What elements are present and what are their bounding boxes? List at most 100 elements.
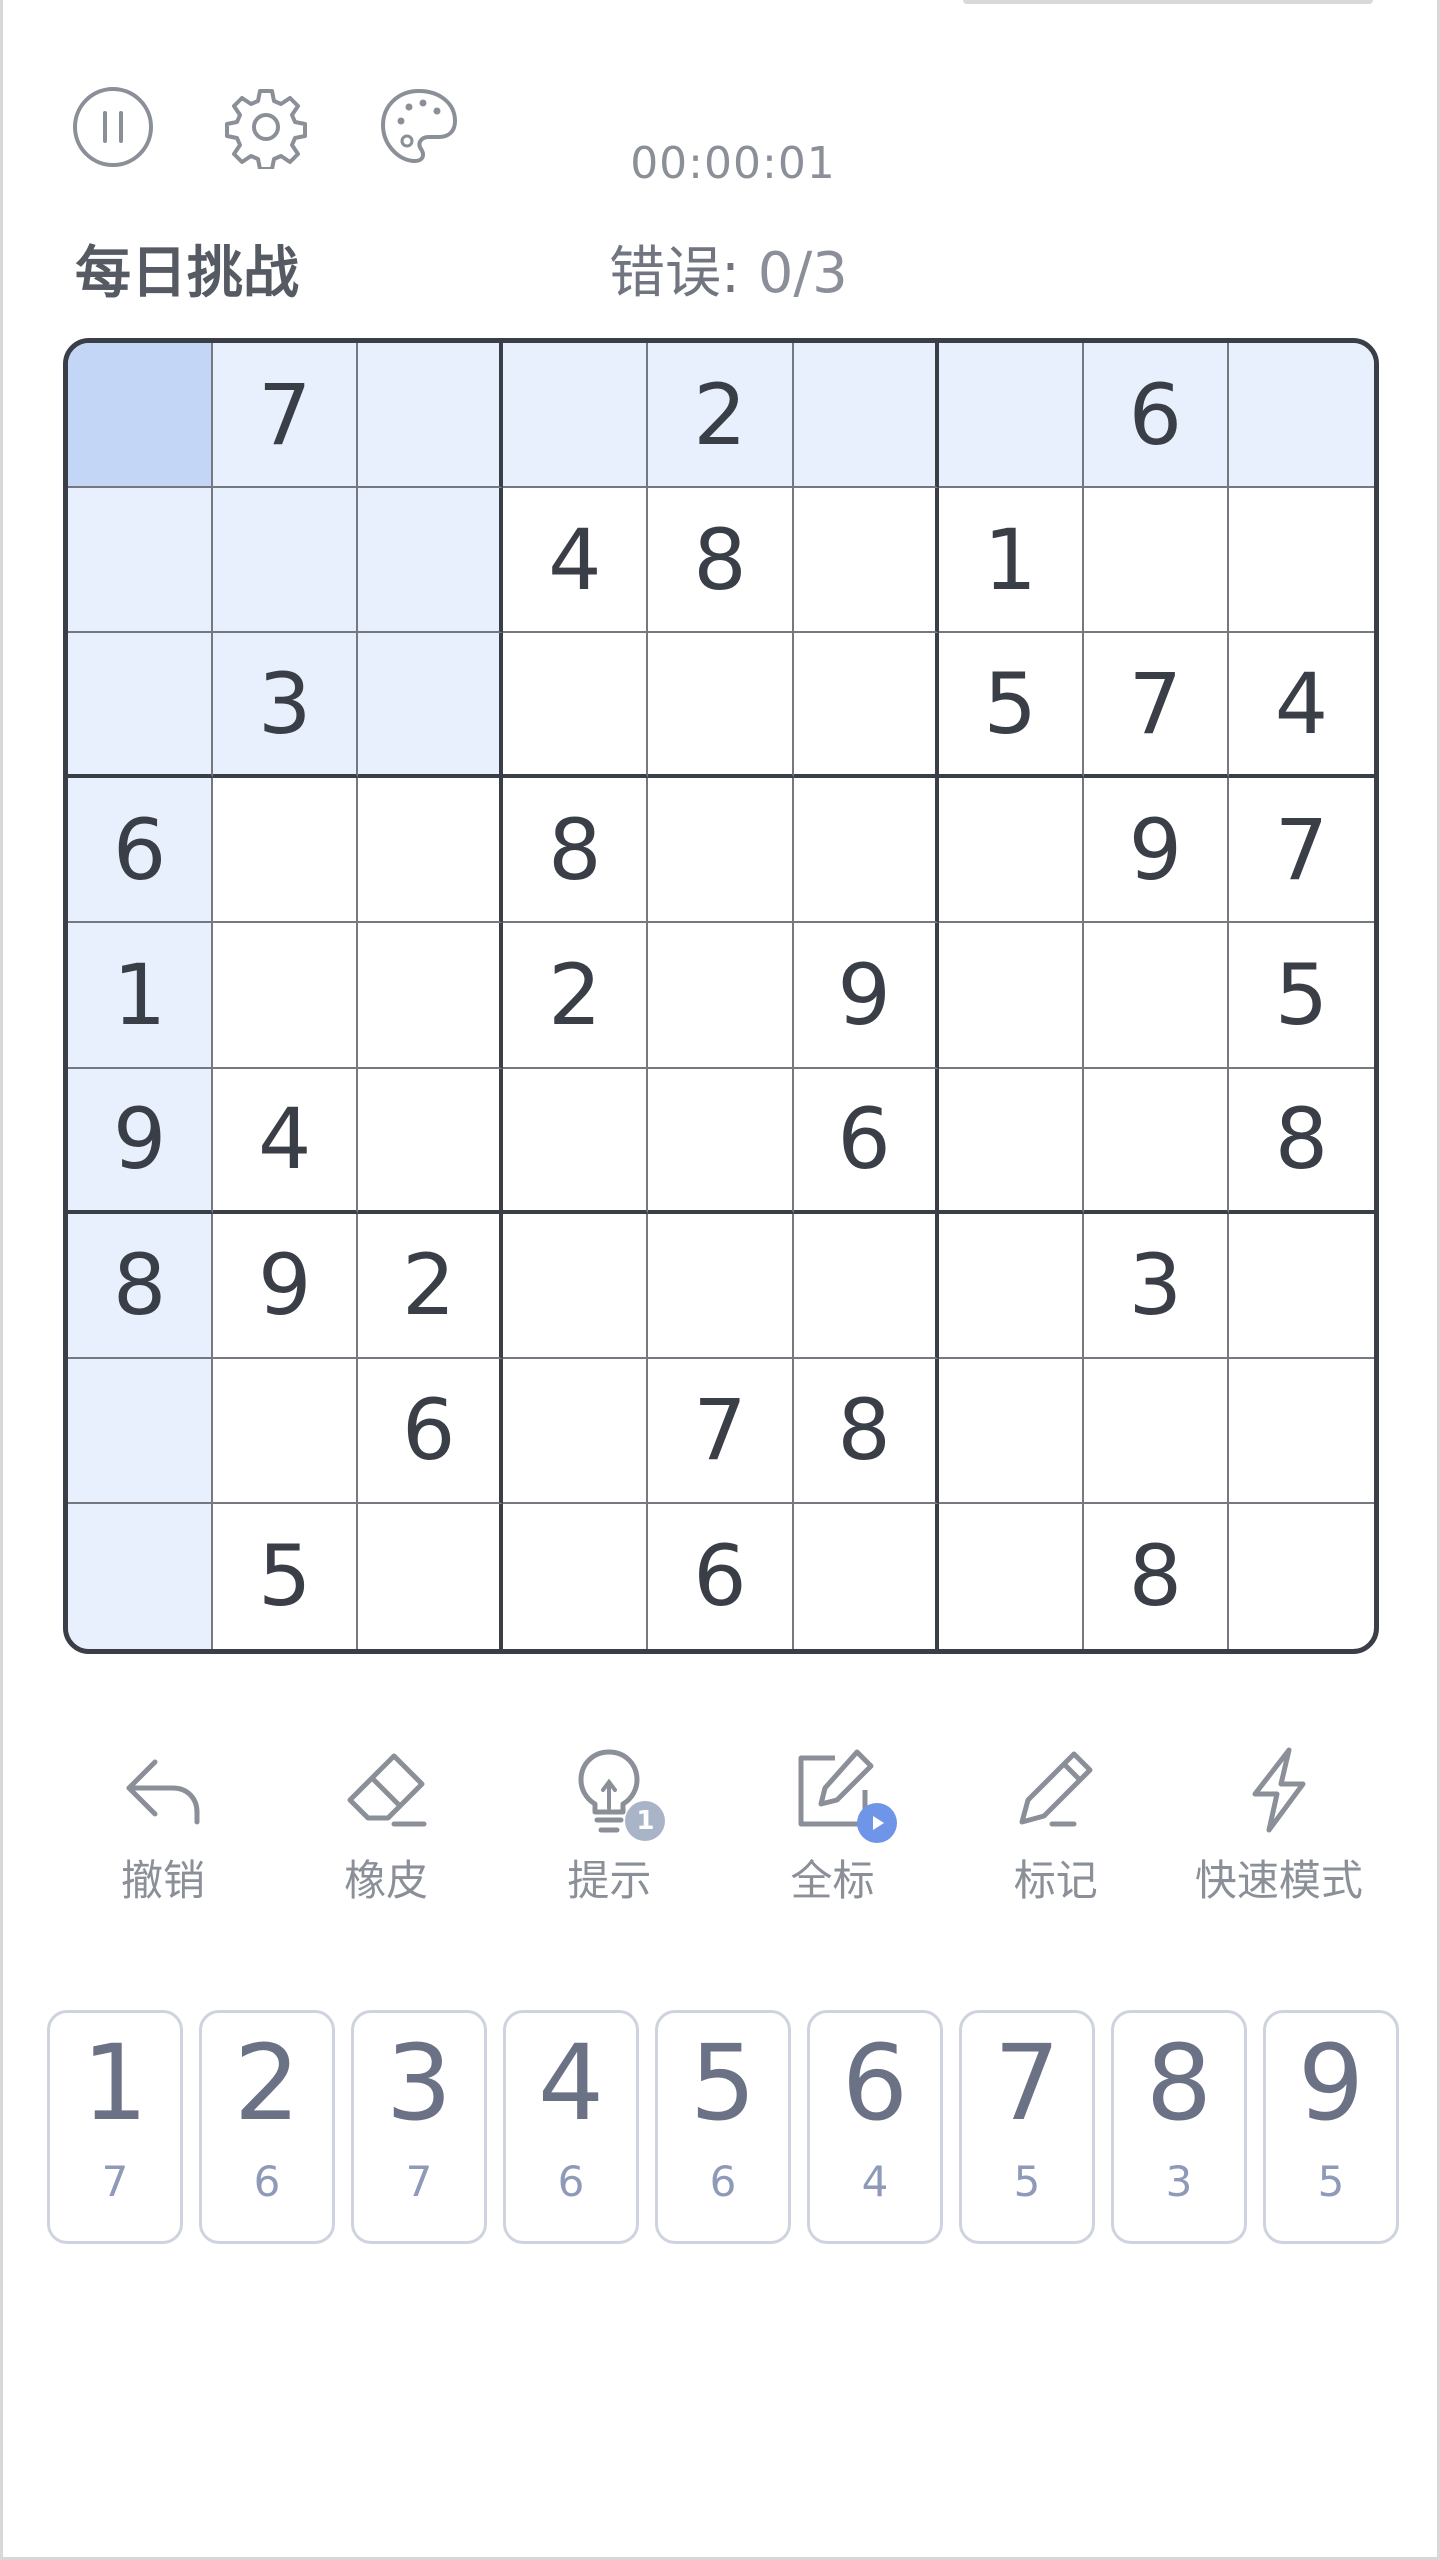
number-key-8[interactable]: 8 3 <box>1111 2010 1247 2244</box>
number-key-6[interactable]: 6 4 <box>807 2010 943 2244</box>
sudoku-cell[interactable] <box>938 1213 1084 1359</box>
number-key-9[interactable]: 9 5 <box>1263 2010 1399 2244</box>
settings-button[interactable] <box>224 85 308 169</box>
sudoku-cell[interactable]: 6 <box>68 778 214 924</box>
sudoku-cell[interactable] <box>648 1068 794 1214</box>
sudoku-cell[interactable] <box>503 1503 649 1649</box>
sudoku-cell[interactable] <box>358 778 504 924</box>
theme-button[interactable] <box>377 85 461 169</box>
sudoku-cell[interactable] <box>1083 1068 1229 1214</box>
number-key-1[interactable]: 1 7 <box>47 2010 183 2244</box>
sudoku-cell[interactable] <box>358 1503 504 1649</box>
sudoku-cell[interactable] <box>358 343 504 489</box>
sudoku-cell[interactable]: 8 <box>503 778 649 924</box>
sudoku-cell[interactable] <box>938 778 1084 924</box>
quick-mode-button[interactable]: 快速模式 <box>1179 1735 1379 1908</box>
sudoku-cell[interactable]: 5 <box>938 633 1084 779</box>
number-key-7[interactable]: 7 5 <box>959 2010 1095 2244</box>
eraser-button[interactable]: 橡皮 <box>286 1735 486 1908</box>
sudoku-cell[interactable] <box>648 1213 794 1359</box>
action-toolbar: 撤销 橡皮 1 提示 全标 标记 快速模式 <box>63 1735 1379 1908</box>
sudoku-cell[interactable] <box>1229 1504 1374 1649</box>
sudoku-cell[interactable]: 8 <box>1084 1503 1229 1649</box>
sudoku-cell[interactable] <box>213 1358 359 1504</box>
undo-button[interactable]: 撤销 <box>63 1735 263 1908</box>
sudoku-cell[interactable] <box>1228 343 1374 489</box>
sudoku-cell[interactable] <box>503 1358 649 1504</box>
sudoku-cell[interactable] <box>1083 923 1229 1069</box>
sudoku-cell[interactable] <box>358 923 504 1069</box>
sudoku-cell[interactable] <box>938 923 1084 1069</box>
sudoku-cell[interactable]: 4 <box>503 488 649 634</box>
sudoku-cell[interactable] <box>1228 1359 1374 1504</box>
sudoku-cell[interactable] <box>793 1213 939 1359</box>
sudoku-cell[interactable] <box>503 343 649 489</box>
sudoku-cell[interactable]: 5 <box>1228 923 1374 1069</box>
sudoku-cell[interactable]: 9 <box>793 923 939 1069</box>
sudoku-cell[interactable] <box>938 1358 1084 1504</box>
sudoku-cell[interactable]: 7 <box>213 343 359 489</box>
sudoku-cell[interactable]: 7 <box>1228 778 1374 924</box>
sudoku-cell[interactable]: 6 <box>793 1068 939 1214</box>
sudoku-cell[interactable]: 9 <box>68 1068 214 1214</box>
sudoku-cell[interactable]: 8 <box>1228 1069 1374 1214</box>
number-key-5[interactable]: 5 6 <box>655 2010 791 2244</box>
sudoku-cell[interactable]: 5 <box>213 1503 359 1649</box>
sudoku-cell[interactable] <box>793 633 939 779</box>
sudoku-cell[interactable]: 8 <box>648 488 794 634</box>
sudoku-cell[interactable] <box>938 343 1084 489</box>
sudoku-cell[interactable] <box>68 1503 214 1649</box>
sudoku-cell[interactable] <box>648 778 794 924</box>
sudoku-cell[interactable]: 7 <box>648 1358 794 1504</box>
sudoku-cell[interactable] <box>503 633 649 779</box>
sudoku-cell[interactable] <box>358 633 504 779</box>
sudoku-cell[interactable] <box>213 488 359 634</box>
sudoku-cell[interactable]: 3 <box>1083 1213 1229 1359</box>
sudoku-cell[interactable] <box>213 778 359 924</box>
sudoku-cell[interactable]: 6 <box>358 1358 504 1504</box>
sudoku-cell[interactable] <box>938 1068 1084 1214</box>
sudoku-cell[interactable] <box>648 923 794 1069</box>
sudoku-cell[interactable] <box>793 343 939 489</box>
sudoku-cell[interactable] <box>358 1068 504 1214</box>
sudoku-cell[interactable]: 7 <box>1083 633 1229 779</box>
sudoku-cell[interactable] <box>1083 488 1229 634</box>
sudoku-cell[interactable]: 8 <box>68 1213 214 1359</box>
sudoku-cell[interactable]: 2 <box>648 343 794 489</box>
sudoku-cell[interactable]: 3 <box>213 633 359 779</box>
sudoku-cell[interactable] <box>793 778 939 924</box>
sudoku-cell[interactable]: 6 <box>648 1503 794 1649</box>
sudoku-cell[interactable] <box>1228 1214 1374 1359</box>
sudoku-cell[interactable] <box>648 633 794 779</box>
sudoku-cell[interactable] <box>1228 488 1374 634</box>
sudoku-cell[interactable]: 8 <box>793 1358 939 1504</box>
sudoku-cell[interactable]: 6 <box>1083 343 1229 489</box>
sudoku-cell[interactable] <box>503 1213 649 1359</box>
sudoku-cell[interactable] <box>68 1358 214 1504</box>
sudoku-cell[interactable] <box>358 488 504 634</box>
auto-notes-button[interactable]: 全标 <box>733 1735 933 1908</box>
sudoku-cell[interactable]: 9 <box>213 1213 359 1359</box>
sudoku-cell[interactable]: 2 <box>503 923 649 1069</box>
sudoku-cell[interactable]: 2 <box>358 1213 504 1359</box>
sudoku-cell[interactable] <box>68 633 214 779</box>
number-key-2[interactable]: 2 6 <box>199 2010 335 2244</box>
sudoku-cell[interactable]: 1 <box>938 488 1084 634</box>
sudoku-cell[interactable] <box>939 1503 1084 1649</box>
sudoku-cell[interactable] <box>68 343 214 489</box>
sudoku-cell[interactable] <box>68 488 214 634</box>
sudoku-cell[interactable]: 4 <box>213 1068 359 1214</box>
number-key-4[interactable]: 4 6 <box>503 2010 639 2244</box>
sudoku-cell[interactable] <box>213 923 359 1069</box>
sudoku-cell[interactable]: 9 <box>1083 778 1229 924</box>
sudoku-cell[interactable] <box>503 1068 649 1214</box>
pause-button[interactable] <box>71 85 155 169</box>
sudoku-cell[interactable]: 1 <box>68 923 214 1069</box>
sudoku-cell[interactable] <box>1083 1358 1229 1504</box>
notes-button[interactable]: 标记 <box>956 1735 1156 1908</box>
number-key-3[interactable]: 3 7 <box>351 2010 487 2244</box>
sudoku-cell[interactable] <box>794 1503 939 1649</box>
sudoku-cell[interactable]: 4 <box>1228 633 1374 779</box>
hint-button[interactable]: 1 提示 <box>509 1735 709 1908</box>
sudoku-cell[interactable] <box>793 488 939 634</box>
